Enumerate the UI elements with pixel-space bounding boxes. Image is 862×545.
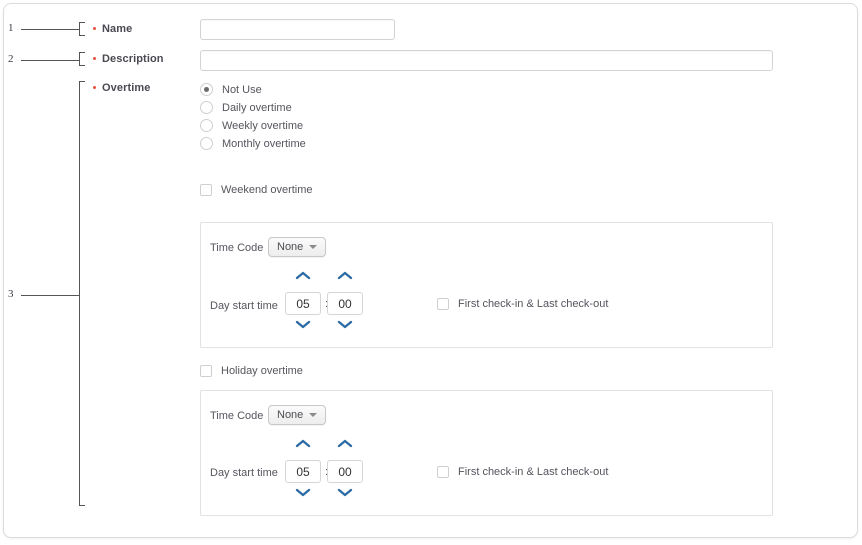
- radio-icon-daily-overtime[interactable]: [200, 101, 213, 114]
- holiday-hours-input[interactable]: 05: [285, 460, 321, 483]
- annotation-bracket-1: [79, 22, 85, 36]
- radio-label-daily-overtime: Daily overtime: [222, 101, 292, 114]
- required-dot-icon: [93, 27, 96, 30]
- holiday-time-code-value: None: [277, 409, 304, 421]
- radio-option-daily-overtime[interactable]: Daily overtime: [200, 101, 292, 114]
- annotation-leader-2: [21, 60, 79, 61]
- annotation-bracket-3: [79, 81, 85, 506]
- checkbox-icon-weekend-overtime[interactable]: [200, 184, 212, 196]
- checkbox-holiday-overtime[interactable]: Holiday overtime: [200, 365, 303, 377]
- weekend-hours-up-icon[interactable]: [295, 271, 311, 280]
- checkbox-label-weekend-overtime: Weekend overtime: [221, 184, 313, 196]
- weekend-minutes-input[interactable]: 00: [327, 292, 363, 315]
- required-dot-icon: [93, 86, 96, 89]
- radio-label-monthly-overtime: Monthly overtime: [222, 137, 306, 150]
- name-label: Name: [102, 23, 133, 35]
- holiday-minutes-input[interactable]: 00: [327, 460, 363, 483]
- holiday-minutes-down-icon[interactable]: [337, 488, 353, 497]
- weekend-hours-down-icon[interactable]: [295, 320, 311, 329]
- checkbox-weekend-overtime[interactable]: Weekend overtime: [200, 184, 313, 196]
- annotation-bracket-2: [79, 52, 85, 66]
- annotation-number-2: 2: [8, 53, 14, 65]
- overtime-label: Overtime: [102, 82, 151, 94]
- description-input[interactable]: [200, 50, 773, 71]
- checkbox-weekend-first-checkin-last-checkout[interactable]: First check-in & Last check-out: [437, 298, 608, 310]
- checkbox-icon-weekend-first-checkin[interactable]: [437, 298, 449, 310]
- holiday-time-code-label: Time Code: [210, 410, 264, 422]
- checkbox-holiday-first-checkin-last-checkout[interactable]: First check-in & Last check-out: [437, 466, 608, 478]
- radio-label-weekly-overtime: Weekly overtime: [222, 119, 304, 132]
- checkbox-label-holiday-overtime: Holiday overtime: [221, 365, 303, 377]
- holiday-time-code-dropdown[interactable]: None: [268, 405, 327, 425]
- checkbox-label-weekend-first-checkin: First check-in & Last check-out: [458, 298, 609, 310]
- annotation-number-1: 1: [8, 22, 14, 34]
- holiday-day-start-label: Day start time: [210, 467, 278, 479]
- annotation-leader-1: [21, 29, 79, 30]
- radio-icon-monthly-overtime[interactable]: [200, 137, 213, 150]
- holiday-hours-down-icon[interactable]: [295, 488, 311, 497]
- holiday-minutes-up-icon[interactable]: [337, 439, 353, 448]
- weekend-time-code-dropdown[interactable]: None: [268, 237, 327, 257]
- radio-icon-not-use[interactable]: [200, 83, 213, 96]
- weekend-day-start-label: Day start time: [210, 300, 278, 312]
- radio-icon-weekly-overtime[interactable]: [200, 119, 213, 132]
- holiday-hours-up-icon[interactable]: [295, 439, 311, 448]
- annotation-leader-3: [21, 295, 79, 296]
- weekend-hours-input[interactable]: 05: [285, 292, 321, 315]
- weekend-minutes-up-icon[interactable]: [337, 271, 353, 280]
- checkbox-label-holiday-first-checkin: First check-in & Last check-out: [458, 466, 609, 478]
- radio-label-not-use: Not Use: [222, 83, 262, 96]
- required-dot-icon: [93, 57, 96, 60]
- weekend-time-code-value: None: [277, 241, 304, 253]
- weekend-time-code-label: Time Code: [210, 242, 264, 254]
- annotation-number-3: 3: [8, 288, 14, 300]
- name-input[interactable]: [200, 19, 395, 40]
- chevron-down-icon: [309, 413, 318, 417]
- screenshot-root: 1 2 3 Name Description Overtime Not Use …: [0, 0, 862, 545]
- weekend-minutes-down-icon[interactable]: [337, 320, 353, 329]
- radio-option-not-use[interactable]: Not Use: [200, 83, 262, 96]
- checkbox-icon-holiday-overtime[interactable]: [200, 365, 212, 377]
- radio-option-monthly-overtime[interactable]: Monthly overtime: [200, 137, 306, 150]
- description-label: Description: [102, 53, 164, 65]
- radio-option-weekly-overtime[interactable]: Weekly overtime: [200, 119, 303, 132]
- chevron-down-icon: [309, 245, 318, 249]
- checkbox-icon-holiday-first-checkin[interactable]: [437, 466, 449, 478]
